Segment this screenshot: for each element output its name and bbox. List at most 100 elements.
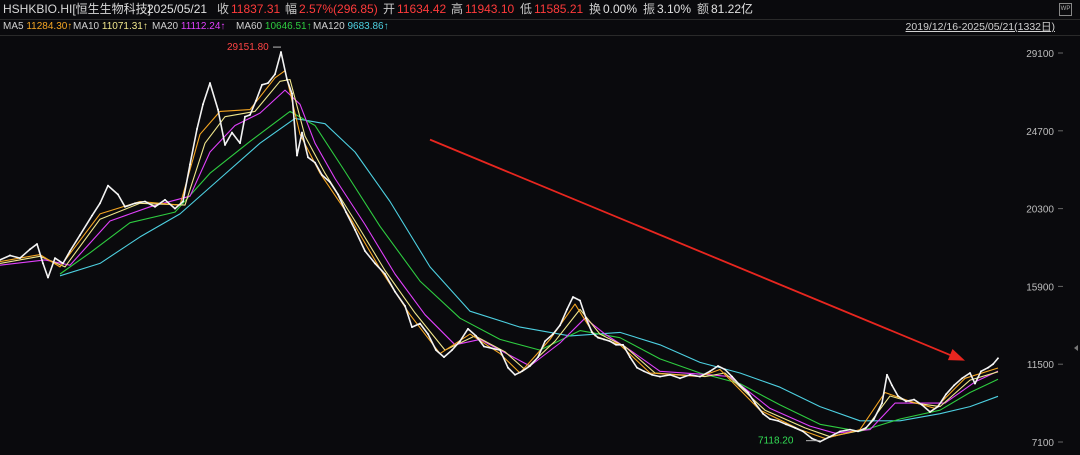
- price-point: [603, 338, 605, 341]
- price-point: [321, 174, 323, 176]
- price-point: [435, 349, 437, 351]
- price-point: [217, 108, 219, 111]
- wp-icon[interactable]: WP: [1059, 3, 1072, 16]
- price-point: [154, 205, 156, 208]
- price-point: [615, 343, 617, 346]
- price-point: [427, 333, 429, 336]
- price-point: [937, 405, 939, 408]
- amount-value: 81.22亿: [711, 2, 754, 16]
- price-point: [314, 161, 316, 164]
- ma-name: MA10: [73, 21, 102, 32]
- price-point: [552, 333, 554, 336]
- ma-value: 11284.30↑: [26, 21, 73, 32]
- price-point: [669, 373, 671, 376]
- price-point: [747, 391, 749, 394]
- series-line-ma60: [59, 110, 999, 432]
- price-point: [244, 115, 246, 118]
- ma-value: 11071.31↑: [101, 21, 148, 32]
- low-annotation: 7118.20: [758, 436, 794, 447]
- series-layer: [0, 51, 999, 443]
- price-point: [189, 163, 191, 166]
- price-point: [164, 198, 166, 201]
- price-point: [239, 142, 241, 145]
- price-point: [384, 273, 386, 275]
- price-point: [961, 377, 963, 380]
- price-point: [209, 82, 211, 84]
- low-label: 低: [520, 2, 533, 16]
- series-line-ma120: [59, 117, 999, 422]
- close-value: 11837.31: [231, 2, 281, 16]
- price-point: [202, 103, 204, 106]
- price-point: [699, 375, 701, 378]
- price-point: [913, 398, 915, 401]
- price-point: [987, 366, 989, 369]
- turnover-label: 换: [589, 2, 602, 16]
- price-point: [544, 340, 546, 343]
- price-point: [91, 214, 93, 217]
- price-chart[interactable]: 29151.80 7118.20 29100 24700 20300 15900 1150…: [0, 36, 1080, 455]
- y-tick-label: 29100: [1026, 49, 1054, 60]
- price-point: [117, 193, 119, 196]
- price-point: [337, 193, 339, 196]
- ma-legend-ma120: MA120 9683.86↑: [313, 19, 389, 35]
- annotation-layer: 29151.80 7118.20: [227, 42, 965, 447]
- price-point: [475, 335, 477, 337]
- price-point: [636, 366, 638, 369]
- price-point: [267, 82, 269, 84]
- price-point: [467, 327, 469, 330]
- price-point: [99, 202, 101, 205]
- price-point: [659, 375, 661, 378]
- price-point: [224, 144, 226, 146]
- price-point: [873, 418, 875, 420]
- price-point: [566, 308, 568, 311]
- price-point: [992, 363, 994, 366]
- price-point: [829, 435, 831, 438]
- price-point: [969, 372, 971, 374]
- price-point: [572, 296, 574, 298]
- price-point: [929, 411, 931, 413]
- price-point: [9, 254, 11, 257]
- price-point: [622, 343, 624, 346]
- price-point: [997, 357, 999, 360]
- price-point: [345, 211, 347, 214]
- price-point: [291, 92, 293, 95]
- axis-pointer-icon: [1074, 345, 1078, 351]
- price-point: [785, 423, 787, 426]
- high-value: 11943.10: [465, 2, 515, 16]
- price-point: [839, 430, 841, 433]
- price-point: [411, 326, 413, 328]
- quote-header: HSHKBIO.HI[恒生生物科技] 2025/05/21 收 11837.31…: [0, 0, 1080, 19]
- price-point: [794, 426, 796, 429]
- price-point: [261, 83, 263, 86]
- date-range-link[interactable]: 2019/12/16-2025/05/21(1332日): [906, 19, 1055, 35]
- ma-legend-ma60: MA60 10646.51↑: [236, 19, 312, 35]
- series-line-ma20: [0, 89, 999, 434]
- price-point: [491, 347, 493, 350]
- price-point: [196, 128, 198, 130]
- price-point: [42, 262, 44, 265]
- price-point: [483, 345, 485, 348]
- price-point: [307, 156, 309, 159]
- price-point: [443, 356, 445, 359]
- price-point: [731, 375, 733, 378]
- price-point: [124, 205, 126, 208]
- price-point: [769, 418, 771, 420]
- trend-arrow-line: [429, 138, 960, 360]
- price-point: [182, 200, 184, 203]
- price-point: [529, 365, 531, 367]
- price-point: [374, 262, 376, 265]
- price-point: [499, 349, 501, 351]
- low-value: 11585.21: [534, 2, 584, 16]
- high-label: 高: [451, 2, 464, 16]
- price-point: [459, 340, 461, 343]
- ma-value: 9683.86↑: [347, 21, 389, 32]
- price-point: [651, 373, 653, 376]
- price-point: [296, 154, 298, 157]
- price-point: [62, 262, 64, 265]
- amplitude-label: 振: [643, 2, 656, 16]
- change-value: 2.57%(296.85): [299, 2, 378, 16]
- symbol-title[interactable]: HSHKBIO.HI[恒生生物科技]: [3, 0, 151, 19]
- price-point: [419, 322, 421, 325]
- ma-legend-ma5: MA5 11284.30↑: [3, 19, 72, 35]
- price-point: [897, 395, 899, 397]
